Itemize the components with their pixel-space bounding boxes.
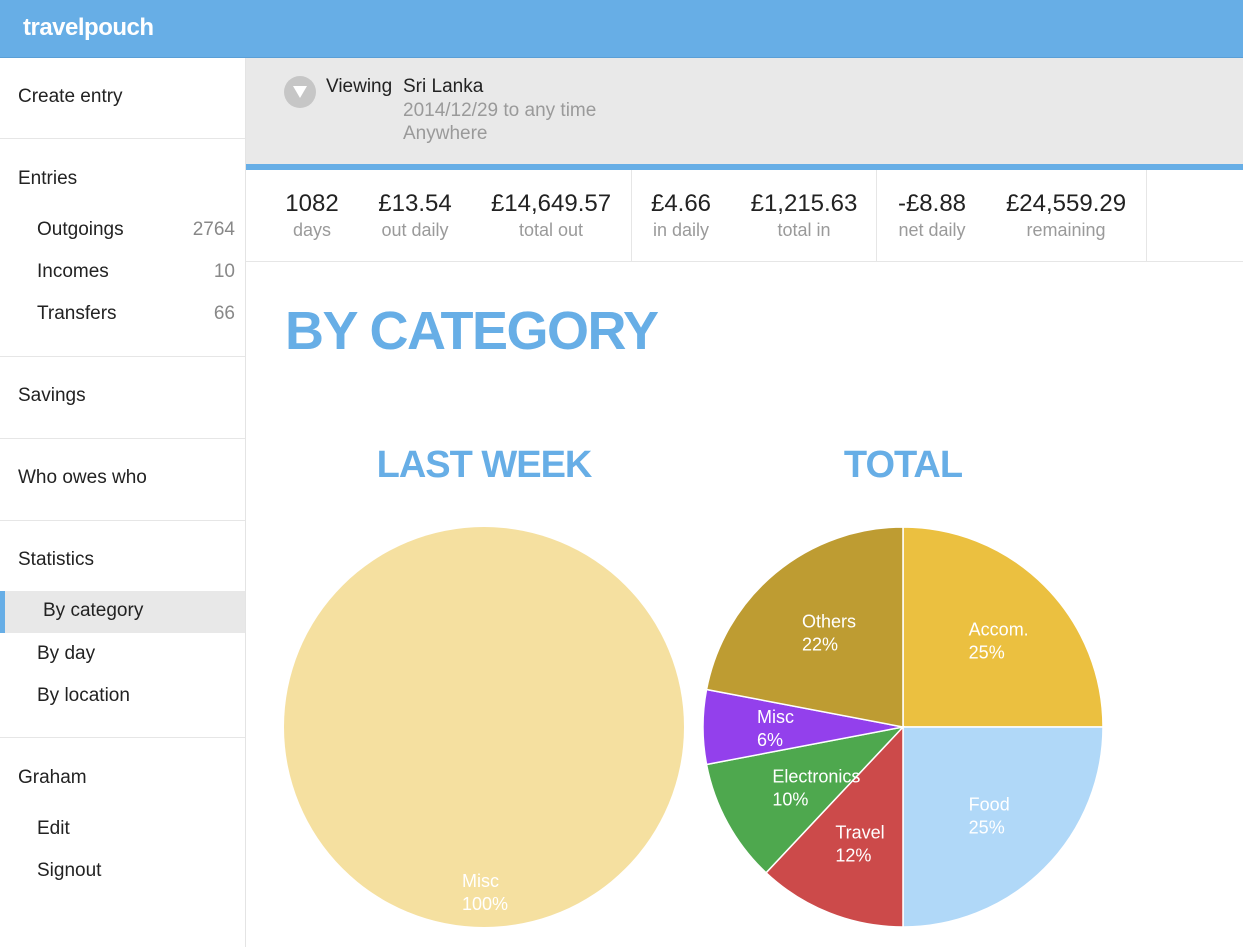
- stat-value: £13.54: [378, 190, 452, 217]
- stat-caption: out daily: [381, 220, 449, 240]
- stats-bar: 1082 days £13.54 out daily £14,649.57 to…: [246, 170, 1243, 262]
- chevron-down-icon: [293, 86, 307, 98]
- stat-caption: remaining: [1026, 220, 1106, 240]
- stat-total-in: £1,215.63 total in: [740, 190, 868, 241]
- viewing-date-range: 2014/12/29 to any time: [403, 100, 597, 121]
- sidebar-item-outgoings[interactable]: Outgoings 2764: [0, 219, 245, 245]
- stat-value: -£8.88: [897, 190, 967, 217]
- sidebar-item-signout[interactable]: Signout: [0, 860, 245, 886]
- viewing-label: Viewing: [326, 76, 393, 97]
- sidebar-item-label: Incomes: [37, 261, 109, 282]
- user-name: Graham: [18, 767, 87, 788]
- chart-title-total: TOTAL: [843, 444, 963, 486]
- sidebar-item-incomes[interactable]: Incomes 10: [0, 261, 245, 287]
- pie-label-food: Food: [969, 795, 1010, 815]
- filter-toggle-button[interactable]: [284, 76, 316, 108]
- stat-value: £14,649.57: [490, 190, 612, 217]
- sidebar-item-by-day[interactable]: By day: [0, 643, 245, 669]
- user-heading: Graham: [0, 767, 245, 793]
- sidebar-item-label: By location: [37, 685, 130, 706]
- sidebar-item-by-location[interactable]: By location: [0, 685, 245, 711]
- divider: [0, 737, 245, 738]
- create-entry-link[interactable]: Create entry: [0, 86, 245, 112]
- stat-days: 1082 days: [272, 190, 352, 241]
- sidebar-item-label: Outgoings: [37, 219, 124, 240]
- stat-caption: total out: [518, 220, 584, 240]
- stat-value: £1,215.63: [750, 190, 858, 217]
- statistics-heading: Statistics: [0, 549, 245, 575]
- sidebar-item-label: By day: [37, 643, 96, 664]
- pie-label-misc: Misc: [462, 871, 499, 891]
- stat-divider: [876, 170, 877, 261]
- stat-out-daily: £13.54 out daily: [365, 190, 465, 241]
- sidebar-item-by-category[interactable]: By category: [0, 591, 245, 633]
- pie-label-misc: Misc: [757, 707, 794, 727]
- stat-caption: net daily: [898, 220, 966, 240]
- pie-label-others: Others: [802, 611, 856, 631]
- entry-count: 10: [213, 261, 235, 282]
- sidebar-item-label: Who owes who: [18, 467, 147, 488]
- stat-total-out: £14,649.57 total out: [480, 190, 622, 241]
- pie-slice-misc: [284, 527, 684, 927]
- sidebar-item-savings[interactable]: Savings: [0, 385, 245, 411]
- create-entry-label: Create entry: [18, 86, 123, 107]
- sidebar-item-label: Transfers: [37, 303, 117, 324]
- entries-heading: Entries: [0, 168, 245, 194]
- sidebar-item-label: Savings: [18, 385, 86, 406]
- pie-percent-misc: 6%: [757, 730, 783, 750]
- stat-caption: days: [292, 220, 332, 240]
- stat-in-daily: £4.66 in daily: [641, 190, 721, 241]
- pie-percent-others: 22%: [802, 634, 838, 654]
- statistics-heading-label: Statistics: [18, 549, 95, 570]
- viewing-place: Sri Lanka: [403, 76, 484, 97]
- entry-count: 2764: [192, 219, 235, 240]
- stat-value: 1082: [285, 190, 339, 217]
- sidebar-item-label: By category: [43, 600, 144, 621]
- stat-remaining: £24,559.29 remaining: [994, 190, 1138, 241]
- sidebar: Create entry Entries Outgoings 2764 Inco…: [0, 58, 246, 947]
- pie-label-electronics: Electronics: [772, 767, 860, 787]
- divider: [0, 520, 245, 521]
- app-logo[interactable]: travelpouch: [23, 14, 154, 42]
- pie-label-accom: Accom.: [969, 619, 1029, 639]
- stat-divider: [1146, 170, 1147, 261]
- sidebar-item-transfers[interactable]: Transfers 66: [0, 303, 245, 329]
- pie-percent-travel: 12%: [835, 845, 871, 865]
- stat-net-daily: -£8.88 net daily: [888, 190, 976, 241]
- divider: [0, 438, 245, 439]
- category-pie-charts: Misc 100% Accom. 25% Food 25% Travel 12% Electro…: [284, 526, 1104, 928]
- stat-value: £4.66: [650, 190, 712, 217]
- pie-percent-electronics: 10%: [772, 790, 808, 810]
- sidebar-item-who-owes-who[interactable]: Who owes who: [0, 467, 245, 493]
- sidebar-item-label: Signout: [37, 860, 102, 881]
- top-bar: travelpouch: [0, 0, 1243, 58]
- stat-caption: total in: [777, 220, 831, 240]
- entries-heading-label: Entries: [18, 168, 78, 189]
- divider: [0, 138, 245, 139]
- sidebar-item-edit[interactable]: Edit: [0, 818, 245, 844]
- stat-divider: [631, 170, 632, 261]
- stat-value: £24,559.29: [1005, 190, 1127, 217]
- sidebar-item-label: Edit: [37, 818, 70, 839]
- viewing-location: Anywhere: [403, 123, 488, 144]
- pie-percent-misc: 100%: [462, 894, 508, 914]
- chart-title-last-week: LAST WEEK: [376, 444, 593, 486]
- pie-label-travel: Travel: [835, 822, 884, 842]
- divider: [0, 356, 245, 357]
- entry-count: 66: [213, 303, 235, 324]
- stat-caption: in daily: [652, 220, 710, 240]
- pie-percent-accom: 25%: [969, 642, 1005, 662]
- pie-percent-food: 25%: [969, 818, 1005, 838]
- page-title: BY CATEGORY: [285, 301, 659, 361]
- viewing-panel: Viewing Sri Lanka 2014/12/29 to any time…: [246, 58, 1243, 170]
